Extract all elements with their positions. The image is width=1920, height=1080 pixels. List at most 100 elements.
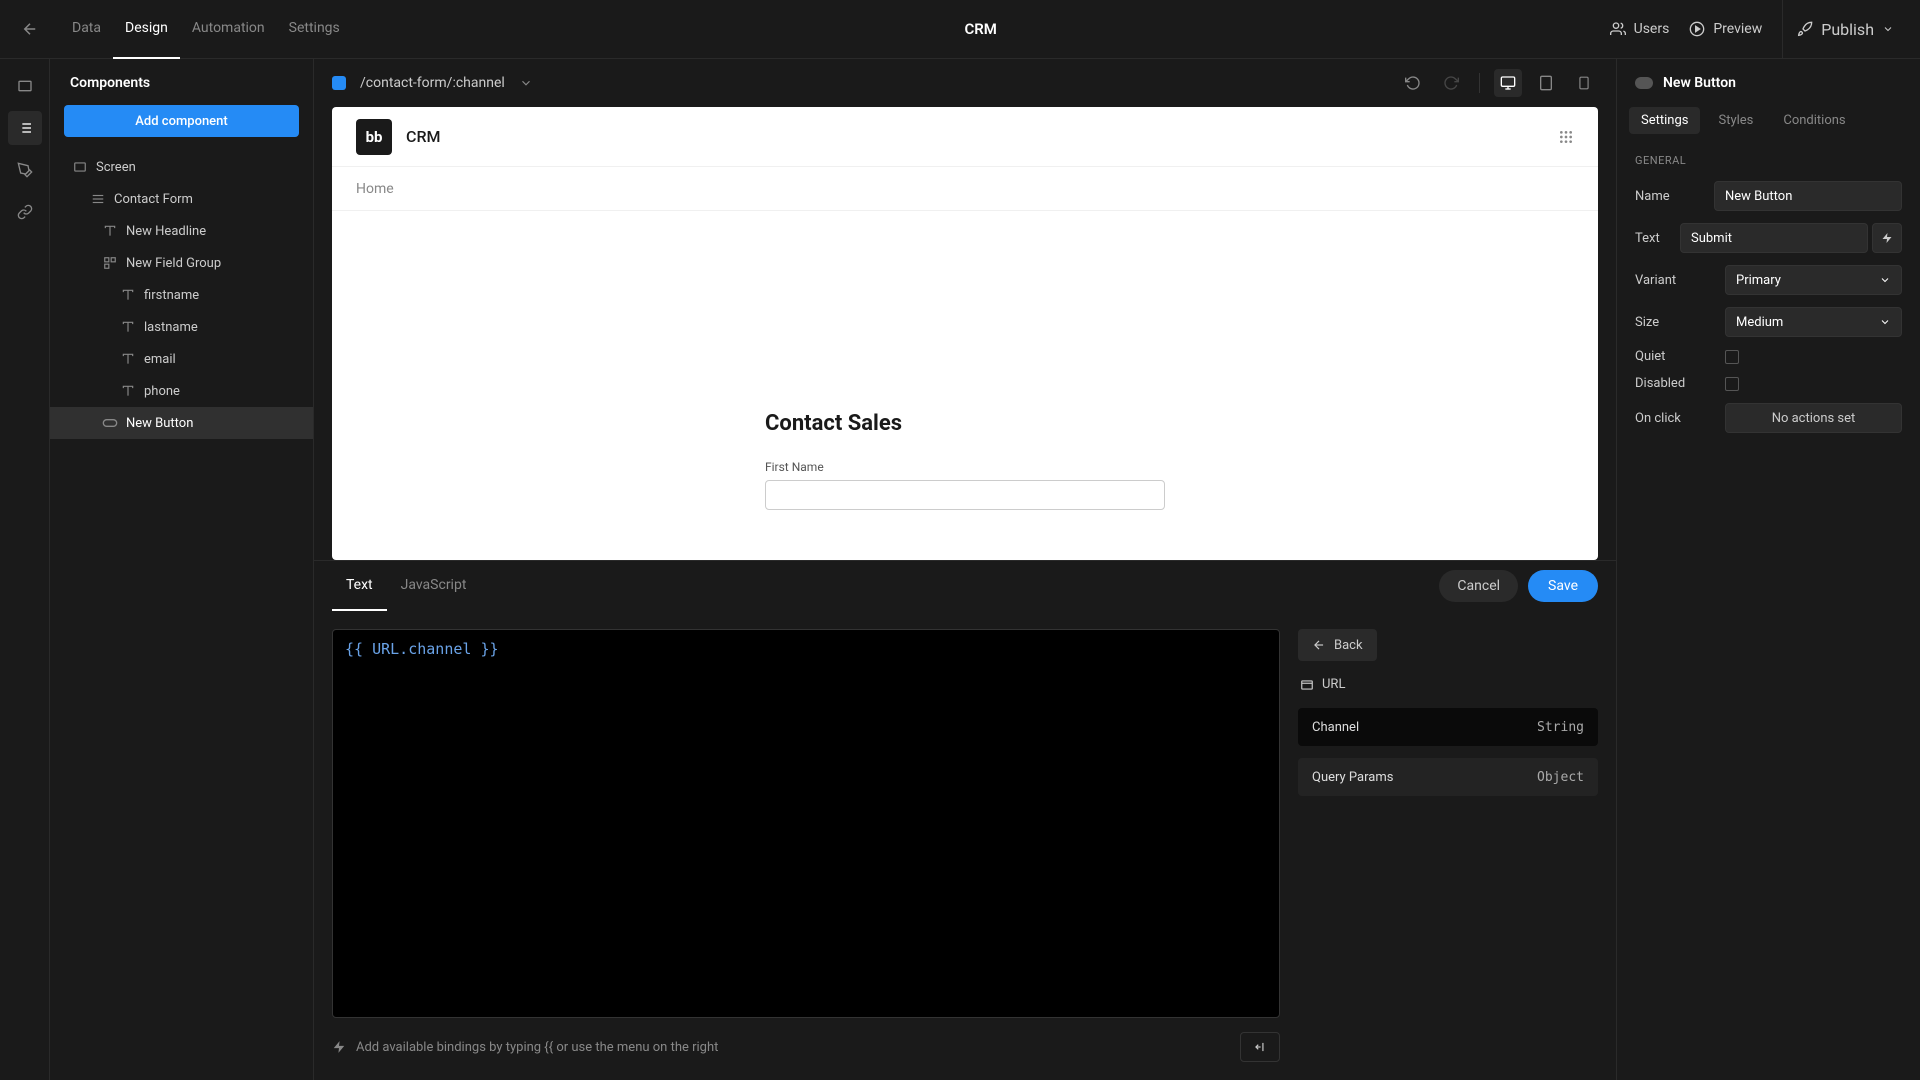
form-icon [90,191,106,207]
users-label: Users [1634,21,1670,37]
field-label-firstname: First Name [765,460,1165,474]
code-editor[interactable]: {{ URL.channel }} [332,629,1280,1018]
prop-input-text[interactable] [1680,223,1868,253]
nav-home[interactable]: Home [356,181,394,197]
props-tab-conditions[interactable]: Conditions [1771,107,1857,134]
editor-tab-javascript[interactable]: JavaScript [387,561,481,611]
back-label: Back [1334,638,1363,653]
tab-automation[interactable]: Automation [180,0,277,59]
text-icon [120,351,136,367]
bindings-panel: Back URL Channel String Query Params Obj… [1298,629,1598,1062]
add-component-button[interactable]: Add component [64,105,299,137]
mobile-icon[interactable] [1570,69,1598,97]
binding-name: Query Params [1312,770,1393,785]
window-icon [1300,678,1314,692]
field-input-firstname[interactable] [765,480,1165,510]
chevron-down-icon[interactable] [519,76,533,90]
bindings-url-header: URL [1298,673,1598,696]
redo-icon[interactable] [1437,69,1465,97]
tree-contact-form[interactable]: Contact Form [50,183,313,215]
bind-text-button[interactable] [1872,223,1902,253]
save-button[interactable]: Save [1528,570,1598,602]
tree-label: New Button [126,416,193,431]
binding-type: String [1537,720,1584,735]
rail-screen-icon[interactable] [8,69,42,103]
prop-select-variant[interactable]: Primary [1725,265,1902,295]
editor-tabs: Text JavaScript Cancel Save [314,561,1616,611]
tree-firstname[interactable]: firstname [50,279,313,311]
form-title: Contact Sales [765,411,1165,436]
grid-icon[interactable] [1558,129,1574,145]
tree-new-button[interactable]: New Button [50,407,313,439]
props-section-general: GENERAL [1617,144,1920,175]
tree-label: Contact Form [114,192,193,207]
preview-body: Contact Sales First Name [332,211,1598,560]
preview-label: Preview [1713,21,1762,37]
tree-email[interactable]: email [50,343,313,375]
props-tab-settings[interactable]: Settings [1629,107,1700,134]
tree-label: firstname [144,288,199,303]
text-icon [102,223,118,239]
component-tree: Screen Contact Form New Headline New Fie… [50,151,313,1080]
chevron-down-icon [1879,274,1891,286]
rail-theme-icon[interactable] [8,153,42,187]
bolt-icon [332,1040,346,1054]
chevron-down-icon [1882,23,1894,35]
tree-label: email [144,352,176,367]
preview-button[interactable]: Preview [1689,21,1762,37]
undo-icon[interactable] [1399,69,1427,97]
props-tab-styles[interactable]: Styles [1706,107,1765,134]
users-button[interactable]: Users [1610,21,1670,37]
onclick-button[interactable]: No actions set [1725,403,1902,433]
publish-button[interactable]: Publish [1782,0,1908,59]
props-title: New Button [1663,75,1736,91]
checkbox-disabled[interactable] [1725,377,1739,391]
preview-app-name: CRM [406,127,441,146]
tree-phone[interactable]: phone [50,375,313,407]
bindings-back-button[interactable]: Back [1298,629,1377,661]
tree-field-group[interactable]: New Field Group [50,247,313,279]
prop-label-text: Text [1635,231,1670,246]
prop-label-size: Size [1635,315,1715,330]
route-path[interactable]: /contact-form/:channel [360,75,505,91]
editor-tab-text[interactable]: Text [332,561,387,611]
checkbox-quiet[interactable] [1725,350,1739,364]
top-bar: Data Design Automation Settings CRM User… [0,0,1920,59]
back-arrow-icon[interactable] [12,11,48,47]
insert-binding-button[interactable] [1240,1032,1280,1062]
preview-canvas: bb CRM Home Contact Sales First Name [332,107,1598,560]
arrow-left-icon [1312,638,1326,652]
tree-lastname[interactable]: lastname [50,311,313,343]
rail-link-icon[interactable] [8,195,42,229]
binding-row-query-params[interactable]: Query Params Object [1298,758,1598,796]
text-icon [120,383,136,399]
screen-icon [72,159,88,175]
prop-select-size[interactable]: Medium [1725,307,1902,337]
tree-label: New Headline [126,224,206,239]
left-rail [0,59,50,1080]
cancel-button[interactable]: Cancel [1439,570,1518,602]
tree-screen[interactable]: Screen [50,151,313,183]
select-value: Medium [1736,315,1783,330]
route-indicator [332,76,346,90]
rail-components-icon[interactable] [8,111,42,145]
tab-settings[interactable]: Settings [277,0,352,59]
preview-header: bb CRM [332,107,1598,167]
prop-input-name[interactable] [1714,181,1902,211]
components-sidebar: Components Add component Screen Contact … [50,59,314,1080]
preview-nav: Home [332,167,1598,211]
binding-row-channel[interactable]: Channel String [1298,708,1598,746]
tab-design[interactable]: Design [113,0,180,59]
tree-label: Screen [96,160,136,175]
prop-label-quiet: Quiet [1635,349,1715,364]
prop-label-disabled: Disabled [1635,376,1715,391]
desktop-icon[interactable] [1494,69,1522,97]
tree-headline[interactable]: New Headline [50,215,313,247]
binding-name: Channel [1312,720,1359,735]
publish-label: Publish [1821,20,1874,39]
select-value: Primary [1736,273,1781,288]
tree-label: phone [144,384,180,399]
tablet-icon[interactable] [1532,69,1560,97]
tab-data[interactable]: Data [60,0,113,59]
tree-label: New Field Group [126,256,221,271]
